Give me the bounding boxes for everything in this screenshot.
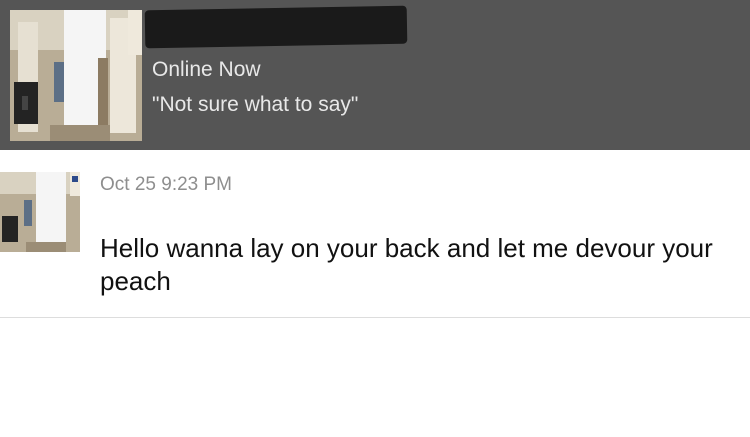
message-row[interactable]: Oct 25 9:23 PM Hello wanna lay on your b… xyxy=(0,150,750,318)
online-status: Online Now xyxy=(152,58,261,81)
message-timestamp: Oct 25 9:23 PM xyxy=(100,174,233,195)
profile-header: Online Now "Not sure what to say" xyxy=(0,0,750,150)
sender-avatar-image xyxy=(0,172,80,252)
message-text: Hello wanna lay on your back and let me … xyxy=(100,233,713,296)
sender-avatar[interactable] xyxy=(0,172,80,252)
profile-photo-image xyxy=(10,10,142,141)
username-redacted xyxy=(144,5,408,49)
profile-photo[interactable] xyxy=(10,10,142,141)
profile-quote: "Not sure what to say" xyxy=(152,93,359,116)
